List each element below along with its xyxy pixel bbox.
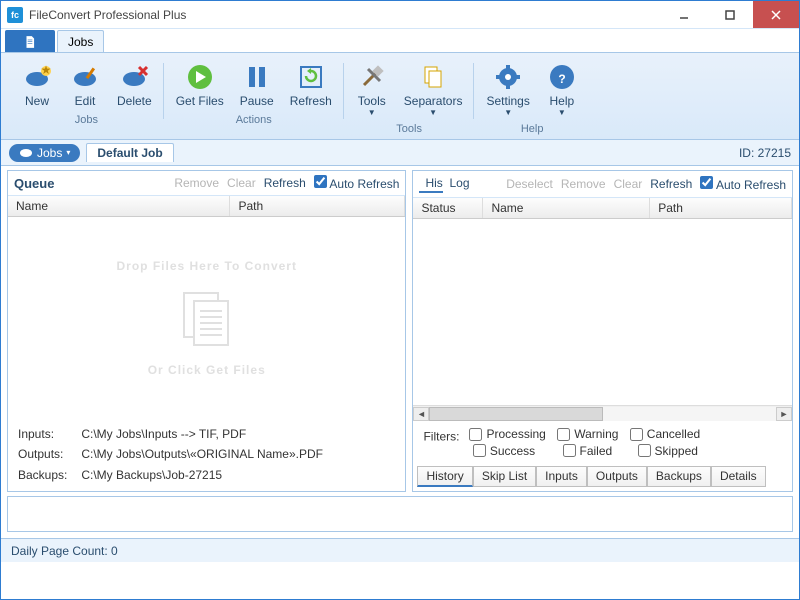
chevron-down-icon: ▼ bbox=[429, 108, 437, 117]
horizontal-scrollbar[interactable]: ◄ ► bbox=[413, 405, 792, 421]
history-columns: Status Name Path bbox=[413, 198, 792, 219]
col-name[interactable]: Name bbox=[8, 196, 230, 216]
window-title: FileConvert Professional Plus bbox=[29, 8, 661, 22]
svg-text:?: ? bbox=[558, 72, 565, 86]
col-status[interactable]: Status bbox=[413, 198, 483, 218]
app-tabstrip: Jobs bbox=[1, 29, 799, 53]
refresh-icon bbox=[295, 61, 327, 93]
new-icon: ★ bbox=[21, 61, 53, 93]
col-name[interactable]: Name bbox=[483, 198, 650, 218]
history-filters: Filters: Processing Warning Cancelled Su… bbox=[413, 421, 792, 466]
group-label-tools: Tools bbox=[396, 123, 422, 137]
chevron-down-icon: ▾ bbox=[66, 148, 70, 157]
queue-auto-refresh[interactable]: Auto Refresh bbox=[314, 175, 400, 191]
history-list bbox=[413, 219, 792, 405]
group-label-actions: Actions bbox=[236, 114, 272, 128]
history-panel: History Log Deselect Remove Clear Refres… bbox=[412, 170, 793, 492]
delete-button[interactable]: Delete bbox=[109, 59, 160, 110]
chevron-down-icon: ▼ bbox=[558, 108, 566, 117]
queue-refresh[interactable]: Refresh bbox=[264, 176, 306, 190]
default-job-tab[interactable]: Default Job bbox=[86, 143, 173, 162]
queue-title: Queue bbox=[14, 176, 54, 191]
queue-dropzone[interactable]: Drop Files Here To Convert Or Click Get … bbox=[8, 217, 405, 418]
history-remove[interactable]: Remove bbox=[561, 177, 606, 191]
filter-cancelled[interactable]: Cancelled bbox=[630, 427, 700, 441]
close-button[interactable] bbox=[753, 1, 799, 28]
tab-outputs[interactable]: Outputs bbox=[587, 466, 647, 487]
filter-success[interactable]: Success bbox=[473, 444, 535, 458]
jobs-pill[interactable]: Jobs ▾ bbox=[9, 144, 80, 162]
page-count: Daily Page Count: 0 bbox=[11, 544, 118, 558]
tab-details[interactable]: Details bbox=[711, 466, 766, 487]
edit-button[interactable]: Edit bbox=[61, 59, 109, 110]
minimize-button[interactable] bbox=[661, 1, 707, 28]
queue-clear[interactable]: Clear bbox=[227, 176, 256, 190]
queue-columns: Name Path bbox=[8, 196, 405, 217]
job-id: ID: 27215 bbox=[739, 146, 791, 160]
delete-icon bbox=[118, 61, 150, 93]
lower-panel bbox=[7, 496, 793, 532]
filter-skipped[interactable]: Skipped bbox=[638, 444, 698, 458]
svg-text:★: ★ bbox=[41, 65, 52, 77]
history-clear[interactable]: Clear bbox=[614, 177, 643, 191]
queue-remove[interactable]: Remove bbox=[174, 176, 219, 190]
history-auto-refresh[interactable]: Auto Refresh bbox=[700, 176, 786, 192]
app-icon: fc bbox=[7, 7, 23, 23]
pill-icon bbox=[19, 148, 33, 158]
chevron-down-icon: ▼ bbox=[504, 108, 512, 117]
pause-button[interactable]: Pause bbox=[232, 59, 282, 110]
col-path[interactable]: Path bbox=[230, 196, 405, 216]
tools-icon bbox=[356, 61, 388, 93]
scroll-thumb[interactable] bbox=[429, 407, 602, 421]
maximize-button[interactable] bbox=[707, 1, 753, 28]
documents-icon bbox=[172, 283, 242, 353]
get-files-button[interactable]: Get Files bbox=[168, 59, 232, 110]
inputs-path: C:\My Jobs\Inputs --> TIF, PDF bbox=[81, 427, 246, 441]
history-subtab[interactable]: History bbox=[419, 175, 443, 193]
drop-text-2: Or Click Get Files bbox=[148, 363, 266, 377]
job-tabstrip: Jobs ▾ Default Job ID: 27215 bbox=[1, 140, 799, 166]
new-button[interactable]: ★ New bbox=[13, 59, 61, 110]
tab-history[interactable]: History bbox=[417, 466, 472, 487]
tab-inputs[interactable]: Inputs bbox=[536, 466, 587, 487]
history-deselect[interactable]: Deselect bbox=[506, 177, 553, 191]
pause-icon bbox=[241, 61, 273, 93]
scroll-left-icon[interactable]: ◄ bbox=[413, 407, 429, 421]
ribbon: ★ New Edit Delete Jobs Get Files Pause bbox=[1, 53, 799, 140]
log-subtab[interactable]: Log bbox=[443, 175, 475, 193]
jobs-tab[interactable]: Jobs bbox=[57, 30, 104, 52]
separators-icon bbox=[417, 61, 449, 93]
help-button[interactable]: ? Help ▼ bbox=[538, 59, 586, 119]
chevron-down-icon: ▼ bbox=[368, 108, 376, 117]
play-icon bbox=[184, 61, 216, 93]
scroll-right-icon[interactable]: ► bbox=[776, 407, 792, 421]
tab-backups[interactable]: Backups bbox=[647, 466, 711, 487]
edit-icon bbox=[69, 61, 101, 93]
queue-panel: Queue Remove Clear Refresh Auto Refresh … bbox=[7, 170, 406, 492]
help-icon: ? bbox=[546, 61, 578, 93]
statusbar: Daily Page Count: 0 bbox=[1, 538, 799, 562]
filter-warning[interactable]: Warning bbox=[557, 427, 618, 441]
queue-paths: Inputs: C:\My Jobs\Inputs --> TIF, PDF O… bbox=[8, 418, 405, 491]
outputs-path: C:\My Jobs\Outputs\«ORIGINAL Name».PDF bbox=[81, 447, 323, 461]
col-path[interactable]: Path bbox=[650, 198, 792, 218]
tools-button[interactable]: Tools ▼ bbox=[348, 59, 396, 119]
settings-button[interactable]: Settings ▼ bbox=[478, 59, 537, 119]
gear-icon bbox=[492, 61, 524, 93]
filter-failed[interactable]: Failed bbox=[563, 444, 613, 458]
drop-text-1: Drop Files Here To Convert bbox=[116, 259, 296, 273]
group-label-help: Help bbox=[521, 123, 544, 137]
titlebar: fc FileConvert Professional Plus bbox=[1, 1, 799, 29]
separators-button[interactable]: Separators ▼ bbox=[396, 59, 471, 119]
tab-skiplist[interactable]: Skip List bbox=[473, 466, 536, 487]
file-tab[interactable] bbox=[5, 30, 55, 52]
refresh-button[interactable]: Refresh bbox=[282, 59, 340, 110]
backups-path: C:\My Backups\Job-27215 bbox=[81, 468, 222, 482]
filter-processing[interactable]: Processing bbox=[469, 427, 545, 441]
group-label-jobs: Jobs bbox=[75, 114, 98, 128]
history-refresh[interactable]: Refresh bbox=[650, 177, 692, 191]
history-bottom-tabs: History Skip List Inputs Outputs Backups… bbox=[413, 466, 792, 491]
